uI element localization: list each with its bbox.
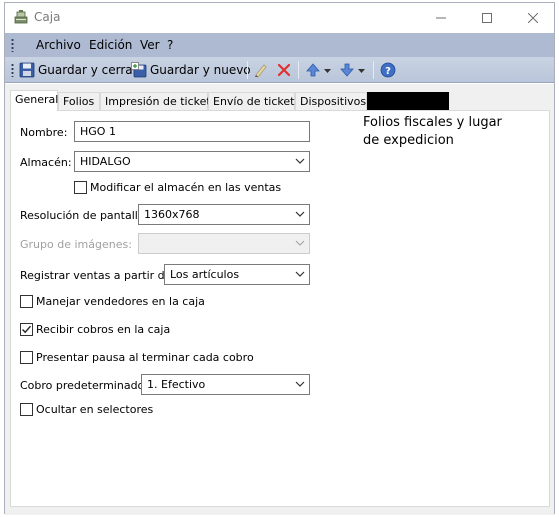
save-icon	[19, 62, 35, 78]
toolbar-separator	[247, 61, 248, 79]
toolbar-separator	[298, 61, 299, 79]
menu-ver[interactable]: Ver	[140, 38, 160, 52]
minimize-icon	[436, 17, 446, 18]
tab-redacted[interactable]	[367, 92, 449, 110]
minimize-button[interactable]	[418, 3, 464, 32]
chevron-down-icon	[295, 381, 305, 387]
tab-folios[interactable]: Folios	[58, 92, 100, 110]
recibir-cobros-checkbox-row[interactable]: Recibir cobros en la caja	[20, 323, 170, 336]
resolucion-value: 1360x768	[144, 208, 200, 221]
tab-impresion-tickets[interactable]: Impresión de tickets	[100, 92, 216, 110]
chevron-down-icon[interactable]	[358, 63, 365, 77]
help-button[interactable]: ?	[380, 60, 396, 80]
close-icon	[528, 12, 538, 23]
presentar-pausa-checkbox-row[interactable]: Presentar pausa al terminar cada cobro	[20, 351, 254, 364]
menu-bar: Archivo Edición Ver ?	[5, 33, 554, 57]
move-down-button[interactable]	[339, 60, 365, 80]
manejar-vendedores-label: Manejar vendedores en la caja	[36, 295, 205, 308]
cobro-predeterminado-label: Cobro predeterminado:	[20, 379, 148, 392]
save-new-button[interactable]: Guardar y nuevo	[131, 60, 251, 80]
manejar-vendedores-checkbox-row[interactable]: Manejar vendedores en la caja	[20, 295, 205, 308]
annotation-line-2: de expedicion	[363, 133, 454, 148]
window-title: Caja	[34, 10, 61, 24]
chevron-down-icon	[295, 158, 305, 164]
menubar-grip[interactable]	[11, 38, 14, 52]
presentar-pausa-checkbox[interactable]	[20, 351, 33, 364]
pencil-icon	[253, 62, 269, 78]
ocultar-selectores-checkbox[interactable]	[20, 403, 33, 416]
cobro-predeterminado-value: 1. Efectivo	[147, 378, 206, 391]
recibir-cobros-checkbox[interactable]	[20, 323, 33, 336]
close-button[interactable]	[510, 3, 556, 32]
delete-button[interactable]	[276, 60, 292, 80]
save-close-label: Guardar y cerrar	[38, 63, 138, 77]
nombre-input[interactable]: HGO 1	[74, 121, 310, 142]
maximize-icon	[482, 12, 492, 23]
grupo-imagenes-select	[138, 233, 310, 254]
help-icon: ?	[380, 62, 396, 78]
almacen-select[interactable]: HIDALGO	[74, 151, 310, 172]
tab-general[interactable]: General	[10, 90, 58, 111]
chevron-down-icon	[295, 211, 305, 217]
delete-x-icon	[276, 62, 292, 78]
cash-register-icon	[13, 9, 29, 25]
toolbar-separator	[373, 61, 374, 79]
tab-envio-tickets[interactable]: Envío de tickets	[208, 92, 300, 110]
resolucion-label: Resolución de pantalla:	[20, 209, 149, 222]
edit-button[interactable]	[253, 60, 269, 80]
save-new-label: Guardar y nuevo	[150, 63, 251, 77]
toolbar: Guardar y cerrar Guardar y nuevo ?	[5, 57, 554, 83]
annotation-note: Folios fiscales y lugar de expedicion	[363, 114, 538, 150]
resolucion-select[interactable]: 1360x768	[138, 204, 310, 225]
title-bar[interactable]: Caja	[5, 3, 554, 32]
ocultar-selectores-checkbox-row[interactable]: Ocultar en selectores	[20, 403, 153, 416]
ocultar-selectores-label: Ocultar en selectores	[36, 403, 154, 416]
chevron-down-icon	[295, 240, 305, 246]
recibir-cobros-label: Recibir cobros en la caja	[36, 323, 171, 336]
chevron-down-icon[interactable]	[324, 63, 331, 77]
almacen-value: HIDALGO	[80, 155, 131, 168]
manejar-vendedores-checkbox[interactable]	[20, 295, 33, 308]
caja-window: Caja Archivo Edición Ver ? Guardar y cer…	[4, 2, 555, 515]
general-tab-panel: Nombre: HGO 1 Almacén: HIDALGO Modificar…	[10, 110, 550, 507]
move-up-button[interactable]	[305, 60, 331, 80]
save-new-icon	[131, 62, 147, 78]
checkmark-icon	[22, 325, 32, 334]
svg-text:?: ?	[385, 66, 391, 77]
save-close-button[interactable]: Guardar y cerrar	[19, 60, 138, 80]
menu-help[interactable]: ?	[167, 38, 173, 52]
registrar-ventas-select[interactable]: Los artículos	[164, 264, 310, 285]
modificar-almacen-label: Modificar el almacén en las ventas	[90, 181, 282, 194]
grupo-imagenes-label: Grupo de imágenes:	[20, 238, 132, 251]
modificar-almacen-checkbox-row[interactable]: Modificar el almacén en las ventas	[74, 181, 281, 194]
tab-dispositivos[interactable]: Dispositivos	[295, 92, 367, 110]
chevron-down-icon	[295, 271, 305, 277]
nombre-label: Nombre:	[20, 126, 68, 139]
almacen-label: Almacén:	[20, 156, 72, 169]
annotation-line-1: Folios fiscales y lugar	[363, 115, 502, 130]
presentar-pausa-label: Presentar pausa al terminar cada cobro	[36, 351, 254, 364]
dialog-body: General Folios Impresión de tickets Enví…	[5, 84, 554, 515]
toolbar-grip[interactable]	[11, 63, 14, 77]
cobro-predeterminado-select[interactable]: 1. Efectivo	[141, 374, 310, 395]
modificar-almacen-checkbox[interactable]	[74, 181, 87, 194]
menu-edicion[interactable]: Edición	[89, 38, 132, 52]
maximize-button[interactable]	[464, 3, 510, 32]
arrow-down-icon	[339, 62, 355, 78]
registrar-ventas-label: Registrar ventas a partir de:	[20, 269, 176, 282]
menu-archivo[interactable]: Archivo	[36, 38, 81, 52]
arrow-up-icon	[305, 62, 321, 78]
registrar-ventas-value: Los artículos	[170, 268, 240, 281]
